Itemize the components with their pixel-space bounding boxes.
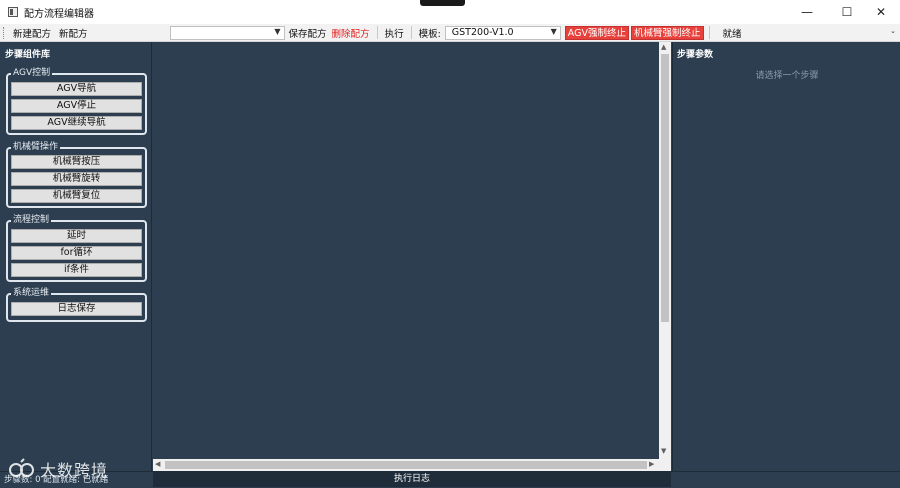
watermark-text: 大数跨境 (40, 461, 109, 480)
step-agv-navigate-button[interactable]: AGV导航 (11, 82, 142, 96)
window-title: 配方流程编辑器 (24, 8, 94, 20)
title-bar: 配方流程编辑器 — ☐ ✕ (0, 0, 900, 24)
arm-force-stop-button[interactable]: 机械臂强制终止 (630, 25, 704, 40)
chevron-down-icon: ▼ (274, 26, 281, 36)
vertical-scrollbar[interactable]: ▲ ▼ (659, 42, 671, 459)
delete-recipe-button[interactable]: 删除配方 (331, 26, 374, 40)
new-recipe-button[interactable]: 新建配方 (9, 26, 55, 40)
step-params-panel: 步骤参数 请选择一个步骤 (672, 42, 900, 473)
recipe-select[interactable]: ▼ (169, 25, 285, 40)
group-flow-control: 流程控制 延时 for循环 if条件 (6, 215, 147, 282)
execute-button[interactable]: 执行 (381, 26, 408, 40)
watermark-logo-icon (9, 458, 34, 477)
execution-log-tab[interactable]: 执行日志 (153, 472, 671, 487)
horizontal-scrollbar[interactable]: ◀ ▶ (153, 459, 659, 471)
step-agv-resume-button[interactable]: AGV继续导航 (11, 116, 142, 130)
title-notch (420, 0, 465, 6)
step-for-loop-button[interactable]: for循环 (11, 246, 142, 260)
step-arm-rotate-button[interactable]: 机械臂旋转 (11, 172, 142, 186)
app-window: 配方流程编辑器 — ☐ ✕ 新建配方 新配方 ▼ 保存配方 删除配方 执行 模板… (0, 0, 900, 488)
group-label: AGV控制 (11, 68, 53, 79)
step-params-title: 步骤参数 (677, 50, 714, 60)
group-agv-control: AGV控制 AGV导航 AGV停止 AGV继续导航 (6, 68, 147, 135)
toolbar: 新建配方 新配方 ▼ 保存配方 删除配方 执行 模板: GST200-V1.0 … (0, 24, 900, 42)
toolbar-separator (410, 26, 412, 39)
step-agv-stop-button[interactable]: AGV停止 (11, 99, 142, 113)
scroll-up-icon[interactable]: ▲ (661, 43, 666, 51)
toolbar-separator (708, 26, 710, 39)
app-icon (8, 7, 18, 17)
scroll-corner (659, 459, 671, 471)
scroll-down-icon[interactable]: ▼ (661, 447, 666, 455)
vertical-scroll-thumb[interactable] (661, 54, 669, 322)
step-log-save-button[interactable]: 日志保存 (11, 302, 142, 316)
step-arm-reset-button[interactable]: 机械臂复位 (11, 189, 142, 203)
step-if-condition-button[interactable]: if条件 (11, 263, 142, 277)
maximize-button[interactable]: ☐ (830, 0, 864, 24)
step-library-panel: 步骤组件库 AGV控制 AGV导航 AGV停止 AGV继续导航 机械臂操作 机械… (0, 42, 152, 473)
minimize-button[interactable]: — (790, 0, 824, 24)
step-delay-button[interactable]: 延时 (11, 229, 142, 243)
group-label: 系统运维 (11, 288, 52, 299)
scroll-right-icon[interactable]: ▶ (649, 460, 654, 468)
toolbar-separator (376, 26, 378, 39)
chevron-down-icon: ▼ (550, 26, 557, 36)
flow-canvas[interactable] (153, 42, 659, 459)
step-arm-press-button[interactable]: 机械臂按压 (11, 155, 142, 169)
close-button[interactable]: ✕ (864, 0, 898, 24)
new-recipe-item[interactable]: 新配方 (55, 26, 92, 40)
template-select-value: GST200-V1.0 (451, 26, 514, 38)
select-step-hint: 请选择一个步骤 (755, 71, 819, 81)
toolbar-overflow-icon[interactable]: ⌄ (890, 27, 896, 35)
template-select[interactable]: GST200-V1.0 ▼ (444, 25, 561, 40)
agv-force-stop-button[interactable]: AGV强制终止 (564, 25, 629, 40)
group-arm-operation: 机械臂操作 机械臂按压 机械臂旋转 机械臂复位 (6, 142, 147, 208)
save-recipe-button[interactable]: 保存配方 (285, 26, 331, 40)
group-system-ops: 系统运维 日志保存 (6, 288, 147, 322)
status-label: 就绪 (722, 28, 742, 40)
group-label: 机械臂操作 (11, 142, 61, 153)
horizontal-scroll-thumb[interactable] (165, 461, 647, 469)
watermark: 大数跨境 (8, 457, 108, 481)
group-label: 流程控制 (11, 215, 52, 226)
toolbar-grip-icon[interactable] (3, 26, 6, 39)
step-library-title: 步骤组件库 (5, 50, 51, 60)
scroll-left-icon[interactable]: ◀ (155, 460, 160, 468)
recipe-select-value (171, 27, 177, 38)
template-label: 模板: (418, 28, 441, 40)
